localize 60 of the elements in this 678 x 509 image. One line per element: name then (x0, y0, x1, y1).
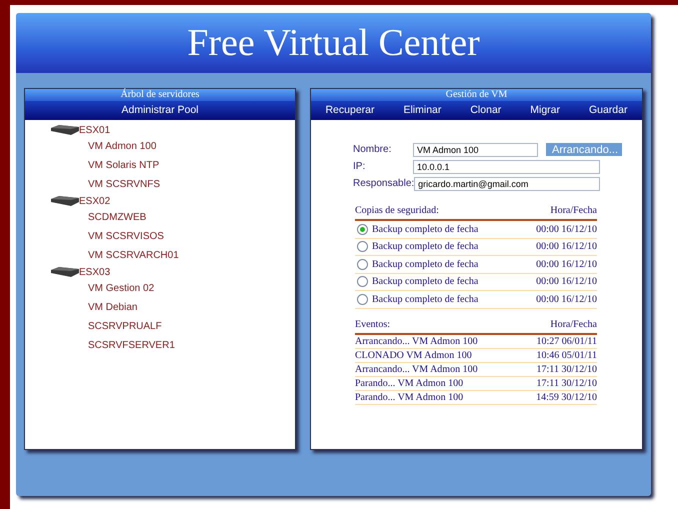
backup-time: 00:00 16/12/10 (536, 240, 597, 254)
backup-time: 00:00 16/12/10 (536, 222, 597, 237)
tree-item[interactable]: VM SCSRVARCH01 (88, 246, 295, 265)
tree-item[interactable]: VM Debian (88, 298, 295, 317)
event-time: 17:11 30/12/10 (536, 362, 597, 376)
menu-link[interactable]: Clonar (470, 102, 502, 118)
event-time: 14:59 30/12/10 (536, 390, 597, 404)
radio-button[interactable] (357, 294, 368, 305)
backup-time: 00:00 16/12/10 (536, 275, 597, 290)
field-label: Nombre: (353, 143, 392, 157)
input-field[interactable]: VM Admon 100 (413, 142, 538, 156)
server-icon (51, 267, 79, 277)
event-time: 10:46 05/01/11 (536, 348, 597, 362)
event-time: 10:27 06/01/11 (536, 334, 597, 348)
menu-link[interactable]: Recuperar (325, 102, 374, 118)
radio-button[interactable] (357, 224, 368, 235)
backup-name: Backup completo de fecha (372, 292, 478, 307)
app-title: Free Virtual Center (187, 24, 480, 62)
tree-item[interactable]: SCDMZWEB (88, 208, 295, 227)
field-label: IP: (353, 160, 366, 174)
event-text: Parando... VM Admon 100 (355, 390, 464, 404)
tree-item[interactable]: VM Solaris NTP (88, 156, 295, 175)
tree-node[interactable]: ESX03 (79, 264, 110, 280)
panel-title: Árbol de servidores (25, 89, 295, 101)
backup-name: Backup completo de fecha (372, 258, 478, 272)
radio-button[interactable] (357, 258, 368, 270)
menu-link[interactable]: Migrar (530, 102, 560, 118)
panel-title: Gestión de VM (311, 89, 642, 101)
column-header: Copias de seguridad: (355, 204, 439, 218)
input-field[interactable]: 10.0.0.1 (413, 160, 600, 174)
event-text: Arrancando... VM Admon 100 (355, 334, 478, 348)
tree-node[interactable]: ESX01 (79, 122, 110, 138)
tree-item[interactable]: VM SCSRVISOS (88, 227, 295, 246)
column-header: Hora/Fecha (550, 318, 597, 332)
tree-item[interactable]: VM SCSRVNFS (88, 175, 295, 194)
server-icon (51, 125, 79, 135)
menu-link[interactable]: Guardar (588, 102, 628, 118)
backup-name: Backup completo de fecha (372, 275, 478, 290)
event-text: Parando... VM Admon 100 (355, 376, 464, 390)
tree-node[interactable]: ESX02 (79, 194, 110, 208)
event-text: Arrancando... VM Admon 100 (355, 362, 478, 376)
backup-name: Backup completo de fecha (372, 240, 478, 254)
event-time: 17:11 30/12/10 (536, 376, 597, 390)
column-header: Hora/Fecha (550, 204, 597, 218)
tree-item[interactable]: VM Admon 100 (88, 137, 295, 156)
backup-time: 00:00 16/12/10 (536, 258, 597, 272)
event-text: CLONADO VM Admon 100 (355, 348, 472, 362)
tree-item[interactable]: SCSRVFSERVER1 (88, 336, 295, 355)
field-label: Responsable: (353, 177, 414, 191)
server-icon (51, 196, 79, 206)
column-header: Eventos: (355, 318, 390, 332)
menu-link[interactable]: Eliminar (403, 102, 442, 118)
tree-item[interactable]: SCSRVPRUALF (88, 317, 295, 336)
radio-button[interactable] (357, 241, 368, 252)
backup-time: 00:00 16/12/10 (536, 292, 597, 307)
menu-link[interactable]: Administrar Pool (121, 102, 199, 118)
tree-item[interactable]: VM Gestion 02 (88, 279, 295, 298)
backup-name: Backup completo de fecha (372, 222, 478, 237)
radio-button[interactable] (357, 276, 368, 288)
input-field[interactable]: gricardo.martin@gmail.com (414, 176, 600, 190)
